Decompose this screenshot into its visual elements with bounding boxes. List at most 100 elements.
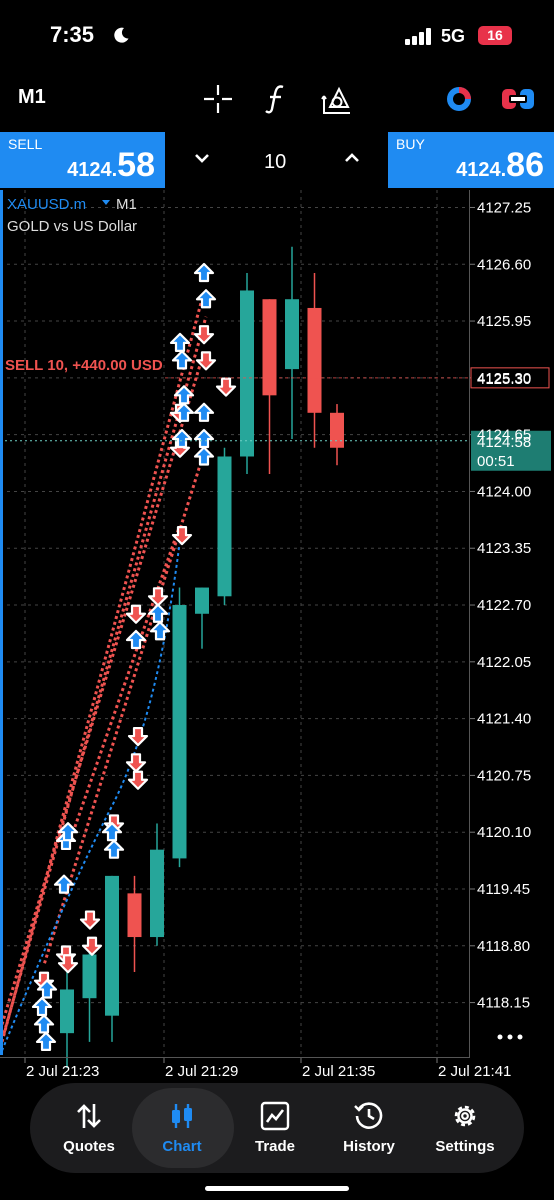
nav-chart-label: Chart <box>162 1138 202 1155</box>
price-axis-label: 4120.75 <box>477 767 531 784</box>
sell-label: SELL <box>8 136 43 152</box>
candle-bear <box>307 307 322 413</box>
nav-trade-label: Trade <box>254 1138 296 1155</box>
price-axis-label: 4118.80 <box>477 938 530 955</box>
buy-arrow-icon <box>53 874 75 894</box>
moon-icon <box>114 27 129 43</box>
buy-arrow-icon <box>173 385 195 405</box>
sell-arrow-icon <box>127 770 149 790</box>
buy-arrow-icon <box>193 262 215 283</box>
chart-left-edge <box>0 190 3 1055</box>
nav-history-label: History <box>343 1138 395 1155</box>
settings-icon <box>454 1105 476 1127</box>
indicators-icon[interactable] <box>262 82 292 116</box>
buy-arrow-icon <box>193 446 215 466</box>
buy-price-big: 86 <box>506 146 544 184</box>
price-axis-label: 4127.25 <box>477 199 531 216</box>
price-axis-line <box>469 190 470 1058</box>
bar-countdown: 00:51 <box>477 453 515 470</box>
nav-history[interactable]: History <box>320 1083 418 1173</box>
home-indicator[interactable] <box>205 1186 349 1191</box>
buy-price-small: 4124. <box>456 159 507 181</box>
chevron-up-icon[interactable] <box>344 152 360 164</box>
quantity-value[interactable]: 10 <box>264 151 286 174</box>
price-axis-label: 4119.45 <box>477 881 530 898</box>
buy-arrow-icon <box>35 1031 57 1051</box>
buy-button[interactable]: BUY 4124.86 <box>388 132 554 188</box>
candle-bear <box>262 299 277 396</box>
candle-bull <box>60 989 74 1034</box>
buy-label: BUY <box>396 136 425 152</box>
time-axis-label: 2 Jul 21:29 <box>165 1063 238 1080</box>
battery-icon: 16 <box>478 26 512 45</box>
candle-bull <box>172 605 187 859</box>
price-axis-label: 4123.35 <box>477 540 531 557</box>
price-axis-label: 4120.10 <box>477 824 531 841</box>
sell-button[interactable]: SELL 4124.58 <box>0 132 165 188</box>
candle-bear <box>330 412 344 448</box>
status-time: 7:35 <box>50 22 95 47</box>
trade-history-line <box>65 525 181 851</box>
candle-bull <box>195 587 209 614</box>
one-click-trading-icon[interactable] <box>444 85 474 113</box>
buy-arrow-icon <box>193 428 215 449</box>
nav-settings[interactable]: Settings <box>416 1083 514 1173</box>
trade-icon <box>260 1101 290 1131</box>
price-axis-label: 4121.40 <box>477 711 531 728</box>
sell-arrow-icon <box>215 377 237 397</box>
price-axis-label: 4125.95 <box>477 313 531 330</box>
price-axis-label: 4122.70 <box>477 597 531 614</box>
more-icon[interactable] <box>497 1034 523 1040</box>
buy-arrow-icon <box>171 350 193 370</box>
price-chart[interactable]: 4125.304124.5800:51 4127.254126.604125.9… <box>0 190 554 1085</box>
signal-icon <box>405 28 431 45</box>
time-axis-label: 2 Jul 21:23 <box>26 1063 99 1080</box>
sell-arrow-icon <box>125 753 147 773</box>
sell-price-big: 58 <box>117 146 155 184</box>
candle-bull <box>217 456 232 597</box>
candle-bull <box>285 299 299 370</box>
position-label[interactable]: SELL 10, +440.00 USD <box>5 357 163 374</box>
quantity-stepper: 10 <box>166 132 387 188</box>
price-axis-label: 4122.05 <box>477 654 531 671</box>
buy-arrow-icon <box>31 996 53 1017</box>
sell-price-small: 4124. <box>67 159 118 181</box>
price-axis-label: 4124.65 <box>477 427 531 444</box>
history-icon <box>354 1102 383 1129</box>
sell-arrow-icon <box>81 936 103 956</box>
buy-arrow-icon <box>169 332 191 353</box>
symbol-description: GOLD vs US Dollar <box>7 218 137 235</box>
nav-chart[interactable]: Chart <box>133 1083 231 1173</box>
sell-arrow-icon <box>127 726 149 747</box>
candle-bull <box>150 849 164 938</box>
sell-price: 4124.58 <box>67 146 155 185</box>
chevron-down-icon[interactable] <box>194 152 210 164</box>
nav-settings-label: Settings <box>435 1138 495 1155</box>
symbol-dropdown-icon[interactable] <box>102 200 110 205</box>
crosshair-icon[interactable] <box>202 83 234 115</box>
objects-icon[interactable] <box>320 82 354 116</box>
sell-arrow-icon <box>79 910 101 930</box>
time-axis-label: 2 Jul 21:35 <box>302 1063 375 1080</box>
sell-arrow-icon <box>125 604 147 624</box>
symbol-ticker[interactable]: XAUUSD.m <box>7 196 86 213</box>
sell-arrow-icon <box>193 325 215 345</box>
nav-quotes-label: Quotes <box>63 1138 115 1155</box>
chart-icon <box>172 1104 192 1128</box>
time-axis-line <box>0 1057 470 1058</box>
buy-arrow-icon <box>193 402 215 422</box>
nav-quotes[interactable]: Quotes <box>40 1083 138 1173</box>
buy-price: 4124.86 <box>456 146 544 185</box>
nav-trade[interactable]: Trade <box>226 1083 324 1173</box>
buy-arrow-icon <box>33 1014 55 1034</box>
trade-panel-icon[interactable] <box>501 86 535 112</box>
candle-bull <box>82 954 97 999</box>
price-axis-label: 4124.00 <box>477 483 531 500</box>
time-axis-label: 2 Jul 21:41 <box>438 1063 511 1080</box>
quotes-icon <box>77 1104 101 1128</box>
timeframe-button[interactable]: M1 <box>18 86 46 109</box>
buy-arrow-icon <box>103 839 125 859</box>
symbol-timeframe: M1 <box>116 196 137 213</box>
network-type: 5G <box>441 26 466 46</box>
trade-history-line <box>0 298 204 1043</box>
